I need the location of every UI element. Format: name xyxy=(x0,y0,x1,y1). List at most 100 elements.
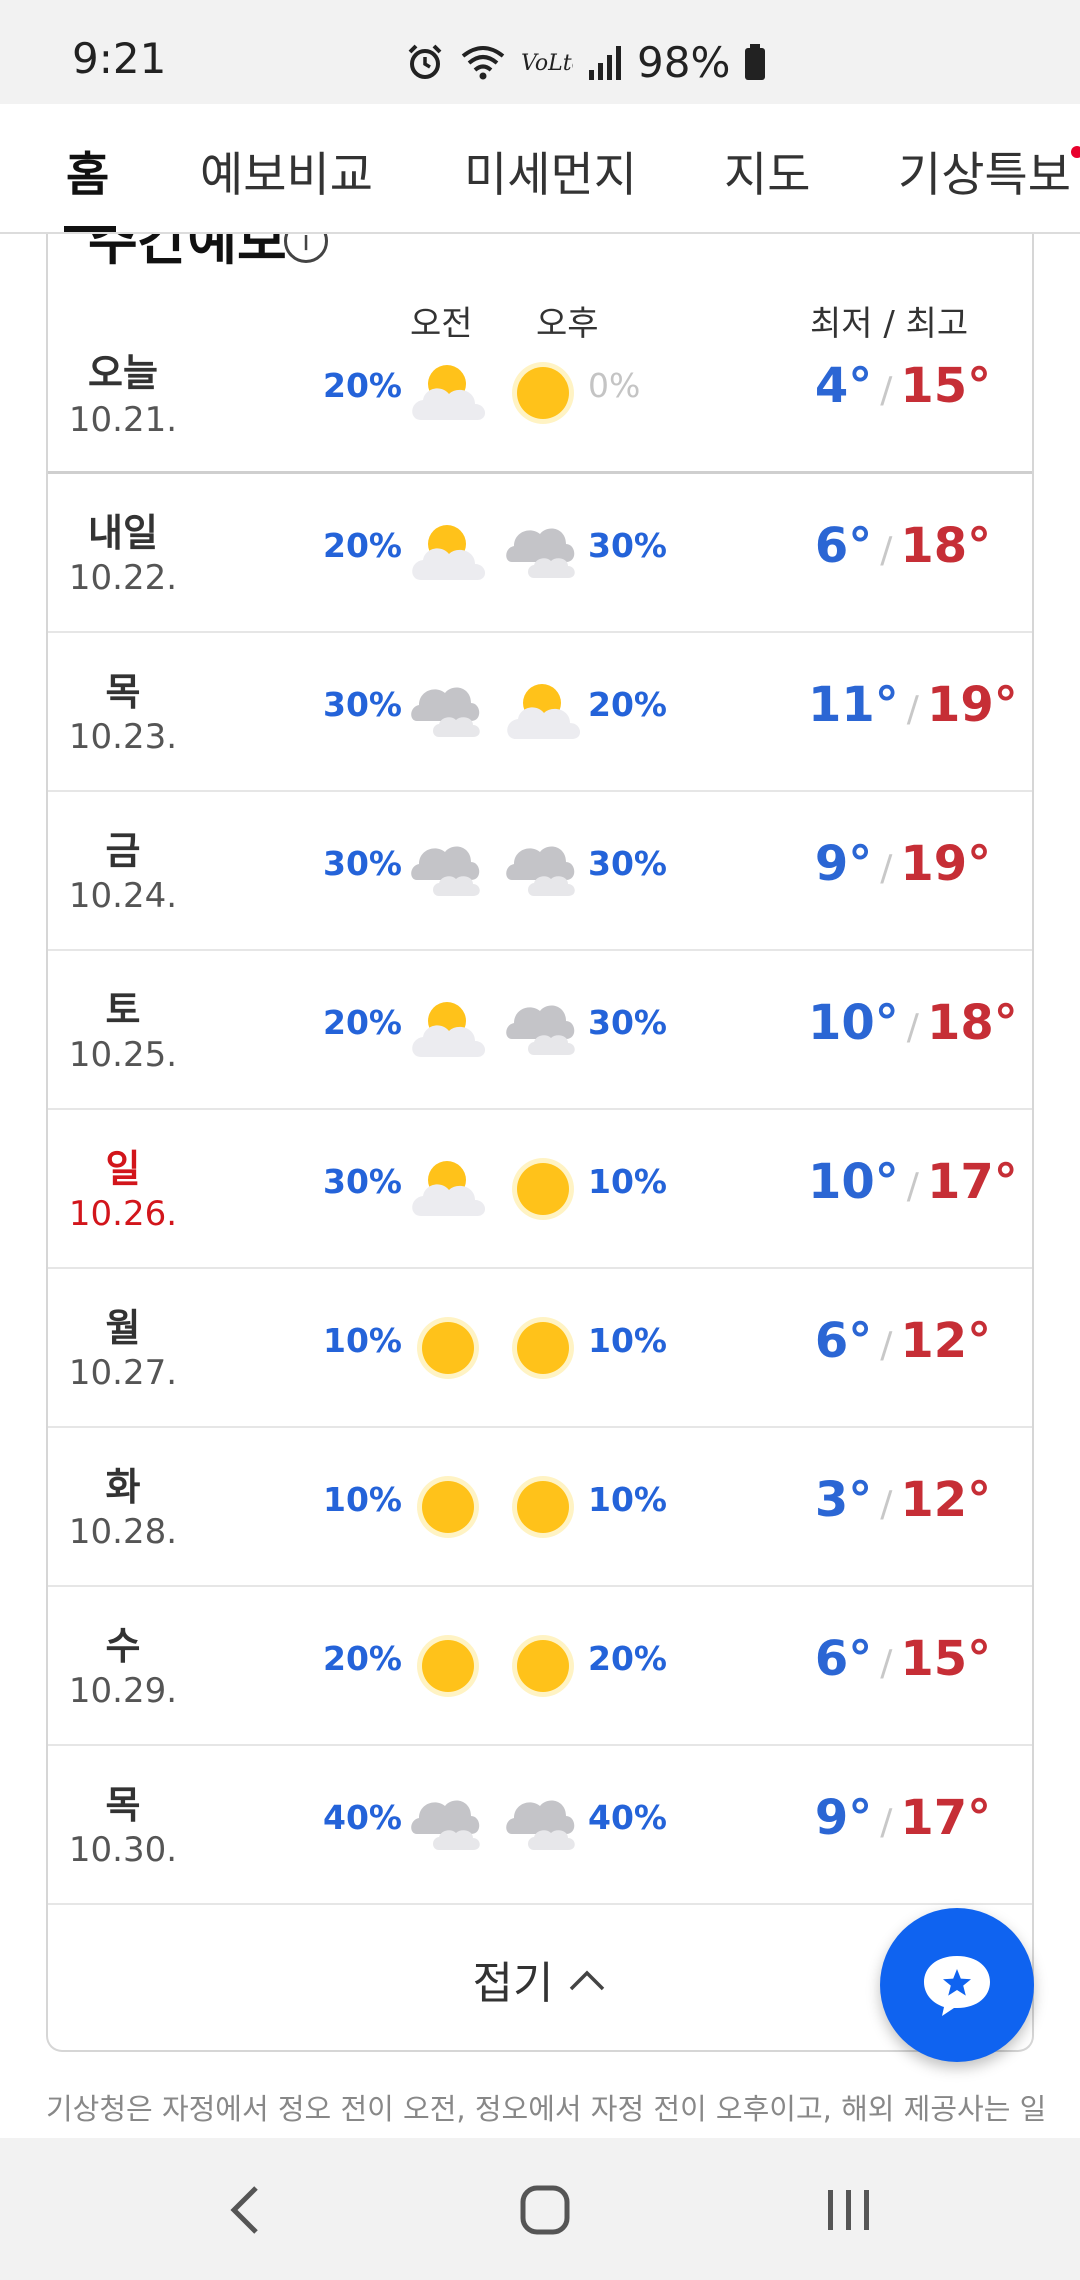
forecast-row: 토 10.25. 20% 30% 10°/18° xyxy=(48,951,1032,1110)
date-label: 10.26. xyxy=(68,1194,178,1234)
partly-cloudy-icon xyxy=(500,677,586,747)
date-label: 10.23. xyxy=(68,717,178,757)
signal-icon xyxy=(589,46,621,80)
home-button[interactable] xyxy=(510,2180,580,2240)
date-label: 10.24. xyxy=(68,876,178,916)
temperature-range: 9°/19° xyxy=(808,836,998,892)
rain-chance-am: 30% xyxy=(323,844,402,883)
cloudy-icon xyxy=(500,518,586,588)
date-label: 10.28. xyxy=(68,1512,178,1552)
high-temperature: 19° xyxy=(900,836,992,892)
temperature-separator: / xyxy=(880,1802,893,1843)
forecast-row: 금 10.24. 30% 30% 9°/19° xyxy=(48,792,1032,951)
low-temperature: 11° xyxy=(808,677,899,733)
high-temperature: 12° xyxy=(900,1313,992,1369)
rain-chance-am: 30% xyxy=(323,685,402,724)
date-label: 10.27. xyxy=(68,1353,178,1393)
high-temperature: 15° xyxy=(900,1631,992,1687)
date-label: 10.21. xyxy=(68,400,178,440)
sunny-icon xyxy=(500,1313,586,1383)
forecast-row: 목 10.30. 40% 40% 9°/17° xyxy=(48,1746,1032,1905)
rain-chance-pm: 10% xyxy=(588,1162,667,1201)
wifi-icon xyxy=(461,46,505,80)
cloudy-icon xyxy=(405,677,491,747)
cloudy-icon xyxy=(500,836,586,906)
tab-forecast-compare[interactable]: 예보비교 xyxy=(200,136,373,205)
temperature-separator: / xyxy=(880,1643,893,1684)
partly-cloudy-icon xyxy=(405,358,491,428)
tab-fine-dust[interactable]: 미세먼지 xyxy=(464,136,637,205)
temperature-separator: / xyxy=(906,689,919,730)
forecast-row: 화 10.28. 10% 10% 3°/12° xyxy=(48,1428,1032,1587)
temperature-separator: / xyxy=(906,1166,919,1207)
partly-cloudy-icon xyxy=(405,1154,491,1224)
high-temperature: 19° xyxy=(926,677,1018,733)
temperature-range: 11°/19° xyxy=(808,677,1018,733)
date-label: 10.30. xyxy=(68,1830,178,1870)
day-label: 토 xyxy=(105,988,141,1032)
high-temperature: 18° xyxy=(900,518,992,574)
low-temperature: 6° xyxy=(814,1313,873,1369)
date-label: 10.29. xyxy=(68,1671,178,1711)
date-label: 10.22. xyxy=(68,558,178,598)
status-time: 9:21 xyxy=(72,34,167,83)
chat-fab-button[interactable] xyxy=(880,1908,1034,2062)
day-label: 일 xyxy=(105,1147,141,1191)
high-temperature: 17° xyxy=(900,1790,992,1846)
sunny-icon xyxy=(500,1631,586,1701)
tab-map[interactable]: 지도 xyxy=(724,136,810,205)
sunny-icon xyxy=(500,1154,586,1224)
rain-chance-pm: 30% xyxy=(588,844,667,883)
forecast-row: 오늘 10.21. 20% 0% 4°/15° xyxy=(48,234,1032,474)
rain-chance-am: 20% xyxy=(323,1003,402,1042)
tab-home[interactable]: 홈 xyxy=(66,136,109,205)
status-icons: VoLte 98% xyxy=(405,34,766,90)
temperature-range: 6°/15° xyxy=(808,1631,998,1687)
low-temperature: 6° xyxy=(814,518,873,574)
partly-cloudy-icon xyxy=(405,518,491,588)
forecast-row: 목 10.23. 30% 20% 11°/19° xyxy=(48,633,1032,792)
rain-chance-pm: 30% xyxy=(588,526,667,565)
rain-chance-am: 40% xyxy=(323,1798,402,1837)
temperature-separator: / xyxy=(906,1007,919,1048)
back-button[interactable] xyxy=(210,2180,280,2240)
tab-weather-warning[interactable]: 기상특보 xyxy=(898,136,1071,205)
new-badge-dot xyxy=(1071,146,1080,158)
fold-label: 접기 xyxy=(472,1958,554,2009)
temperature-separator: / xyxy=(880,1484,893,1525)
low-temperature: 10° xyxy=(808,1154,899,1210)
forecast-row: 월 10.27. 10% 10% 6°/12° xyxy=(48,1269,1032,1428)
temperature-separator: / xyxy=(880,848,893,889)
chevron-up-icon xyxy=(570,1970,605,1991)
rain-chance-am: 30% xyxy=(323,1162,402,1201)
day-label: 목 xyxy=(105,670,141,714)
rain-chance-pm: 30% xyxy=(588,1003,667,1042)
volte-icon: VoLte xyxy=(521,51,573,76)
sunny-icon xyxy=(500,1472,586,1542)
footnote-text: 기상청은 자정에서 정오 전이 오전, 정오에서 자정 전이 오후이고, 해외 … xyxy=(46,2092,1047,2126)
rain-chance-am: 20% xyxy=(323,366,402,405)
recent-apps-button[interactable] xyxy=(814,2180,884,2240)
low-temperature: 9° xyxy=(814,1790,873,1846)
rain-chance-pm: 20% xyxy=(588,685,667,724)
sunny-icon xyxy=(405,1313,491,1383)
partly-cloudy-icon xyxy=(405,995,491,1065)
temperature-separator: / xyxy=(880,530,893,571)
low-temperature: 3° xyxy=(814,1472,873,1528)
low-temperature: 6° xyxy=(814,1631,873,1687)
temperature-range: 9°/17° xyxy=(808,1790,998,1846)
alarm-icon xyxy=(408,44,442,79)
day-label: 화 xyxy=(105,1465,141,1509)
battery-icon xyxy=(745,44,766,80)
day-label: 목 xyxy=(105,1783,141,1827)
active-tab-indicator xyxy=(64,226,116,232)
rain-chance-am: 10% xyxy=(323,1321,402,1360)
rain-chance-pm: 20% xyxy=(588,1639,667,1678)
rain-chance-am: 20% xyxy=(323,526,402,565)
temperature-range: 6°/12° xyxy=(808,1313,998,1369)
recent-apps-icon xyxy=(828,2190,869,2230)
battery-percent: 98% xyxy=(637,37,731,87)
cloudy-icon xyxy=(500,1790,586,1860)
home-icon xyxy=(520,2185,570,2235)
date-label: 10.25. xyxy=(68,1035,178,1075)
